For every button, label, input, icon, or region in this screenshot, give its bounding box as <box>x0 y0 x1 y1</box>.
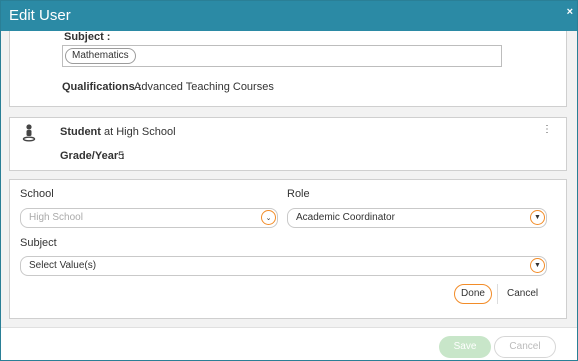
subject-chips-field[interactable]: Mathematics <box>62 45 502 67</box>
student-role: Student <box>60 126 101 138</box>
subject-select-label: Subject <box>20 237 57 249</box>
qualifications-value: Advanced Teaching Courses <box>134 81 274 93</box>
cancel-button[interactable]: Cancel <box>494 336 556 358</box>
role-select[interactable]: Academic Coordinator <box>287 208 547 228</box>
role-dropdown-icon[interactable]: ▼ <box>530 210 545 225</box>
dialog-title: Edit User <box>9 7 71 24</box>
grade-value: 5 <box>118 150 125 162</box>
cancel-link[interactable]: Cancel <box>507 288 538 299</box>
more-options-icon[interactable]: ⋮ <box>542 125 552 135</box>
close-icon[interactable]: × <box>567 6 573 18</box>
divider <box>497 284 498 304</box>
edit-form-panel: School High School ⌄ Role Academic Coord… <box>9 179 567 319</box>
dialog-titlebar: Edit User × <box>1 1 577 31</box>
school-label: School <box>20 188 54 200</box>
done-button[interactable]: Done <box>454 284 492 304</box>
save-button[interactable]: Save <box>439 336 491 358</box>
dialog-body: Subject : Mathematics Qualifications : A… <box>1 31 577 327</box>
subject-dropdown-icon[interactable]: ▼ <box>530 258 545 273</box>
student-icon <box>22 124 36 142</box>
edit-user-dialog: Edit User × Subject : Mathematics Qualif… <box>0 0 578 361</box>
qualification-panel: Subject : Mathematics Qualifications : A… <box>9 31 567 107</box>
school-dropdown-icon[interactable]: ⌄ <box>261 210 276 225</box>
footer-divider <box>1 327 577 328</box>
school-select[interactable]: High School <box>20 208 278 228</box>
grade-label: Grade/Year : <box>60 150 125 162</box>
student-school: at High School <box>104 126 176 138</box>
subject-chip[interactable]: Mathematics <box>65 48 136 64</box>
student-card: Student at High School Grade/Year : 5 ⋮ <box>9 117 567 171</box>
qualifications-label: Qualifications : <box>62 81 142 93</box>
role-label: Role <box>287 188 310 200</box>
subject-select[interactable]: Select Value(s) <box>20 256 547 276</box>
subject-label: Subject : <box>64 31 111 43</box>
